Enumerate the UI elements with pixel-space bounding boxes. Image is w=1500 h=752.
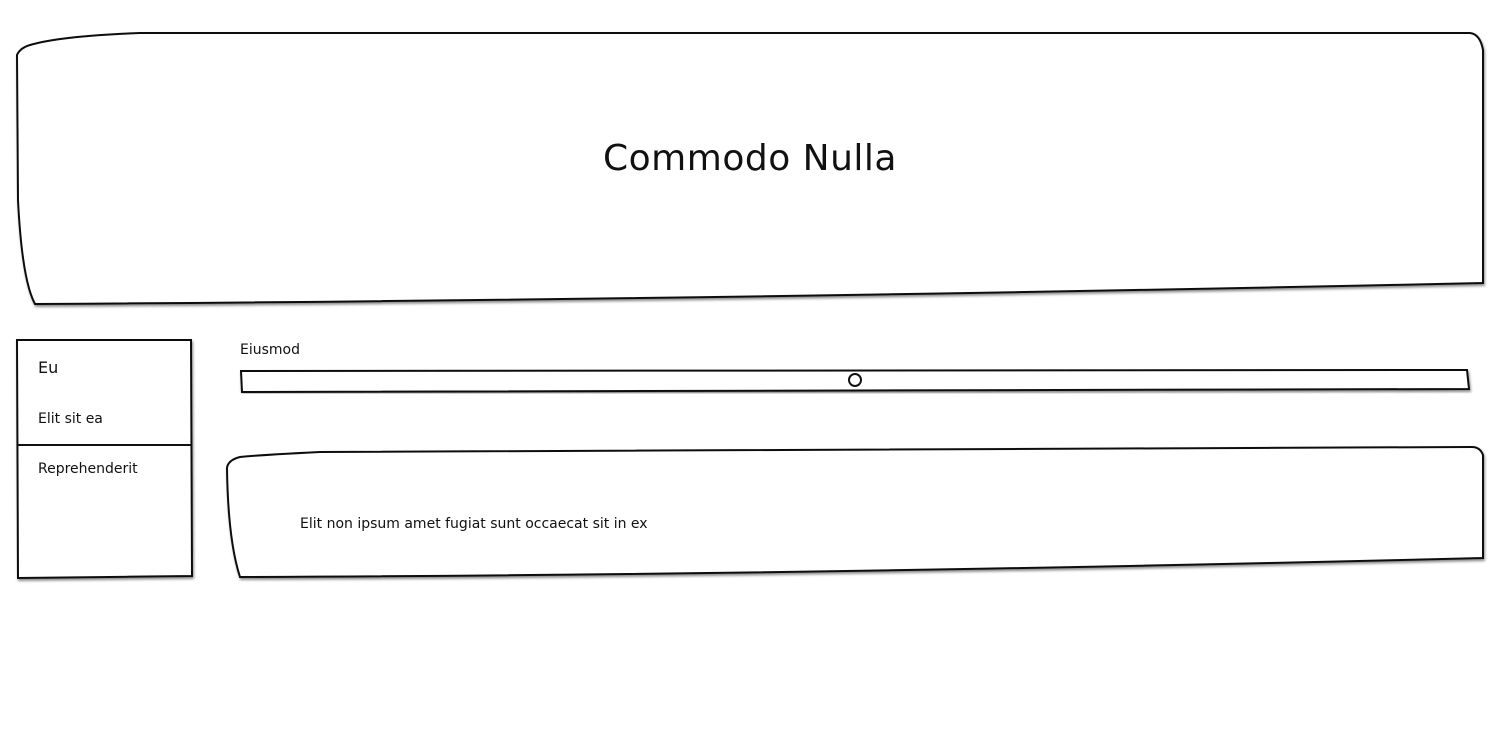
card-text: Elit non ipsum amet fugiat sunt occaecat… — [300, 516, 648, 532]
content-card-panel — [225, 445, 1484, 579]
slider-thumb[interactable] — [848, 373, 862, 387]
sidebar-subheading: Elit sit ea — [38, 411, 103, 427]
slider-label: Eiusmod — [240, 342, 300, 358]
sidebar-item-reprehenderit[interactable]: Reprehenderit — [38, 461, 138, 477]
sidebar-heading: Eu — [38, 358, 59, 377]
page-title: Commodo Nulla — [603, 138, 897, 179]
